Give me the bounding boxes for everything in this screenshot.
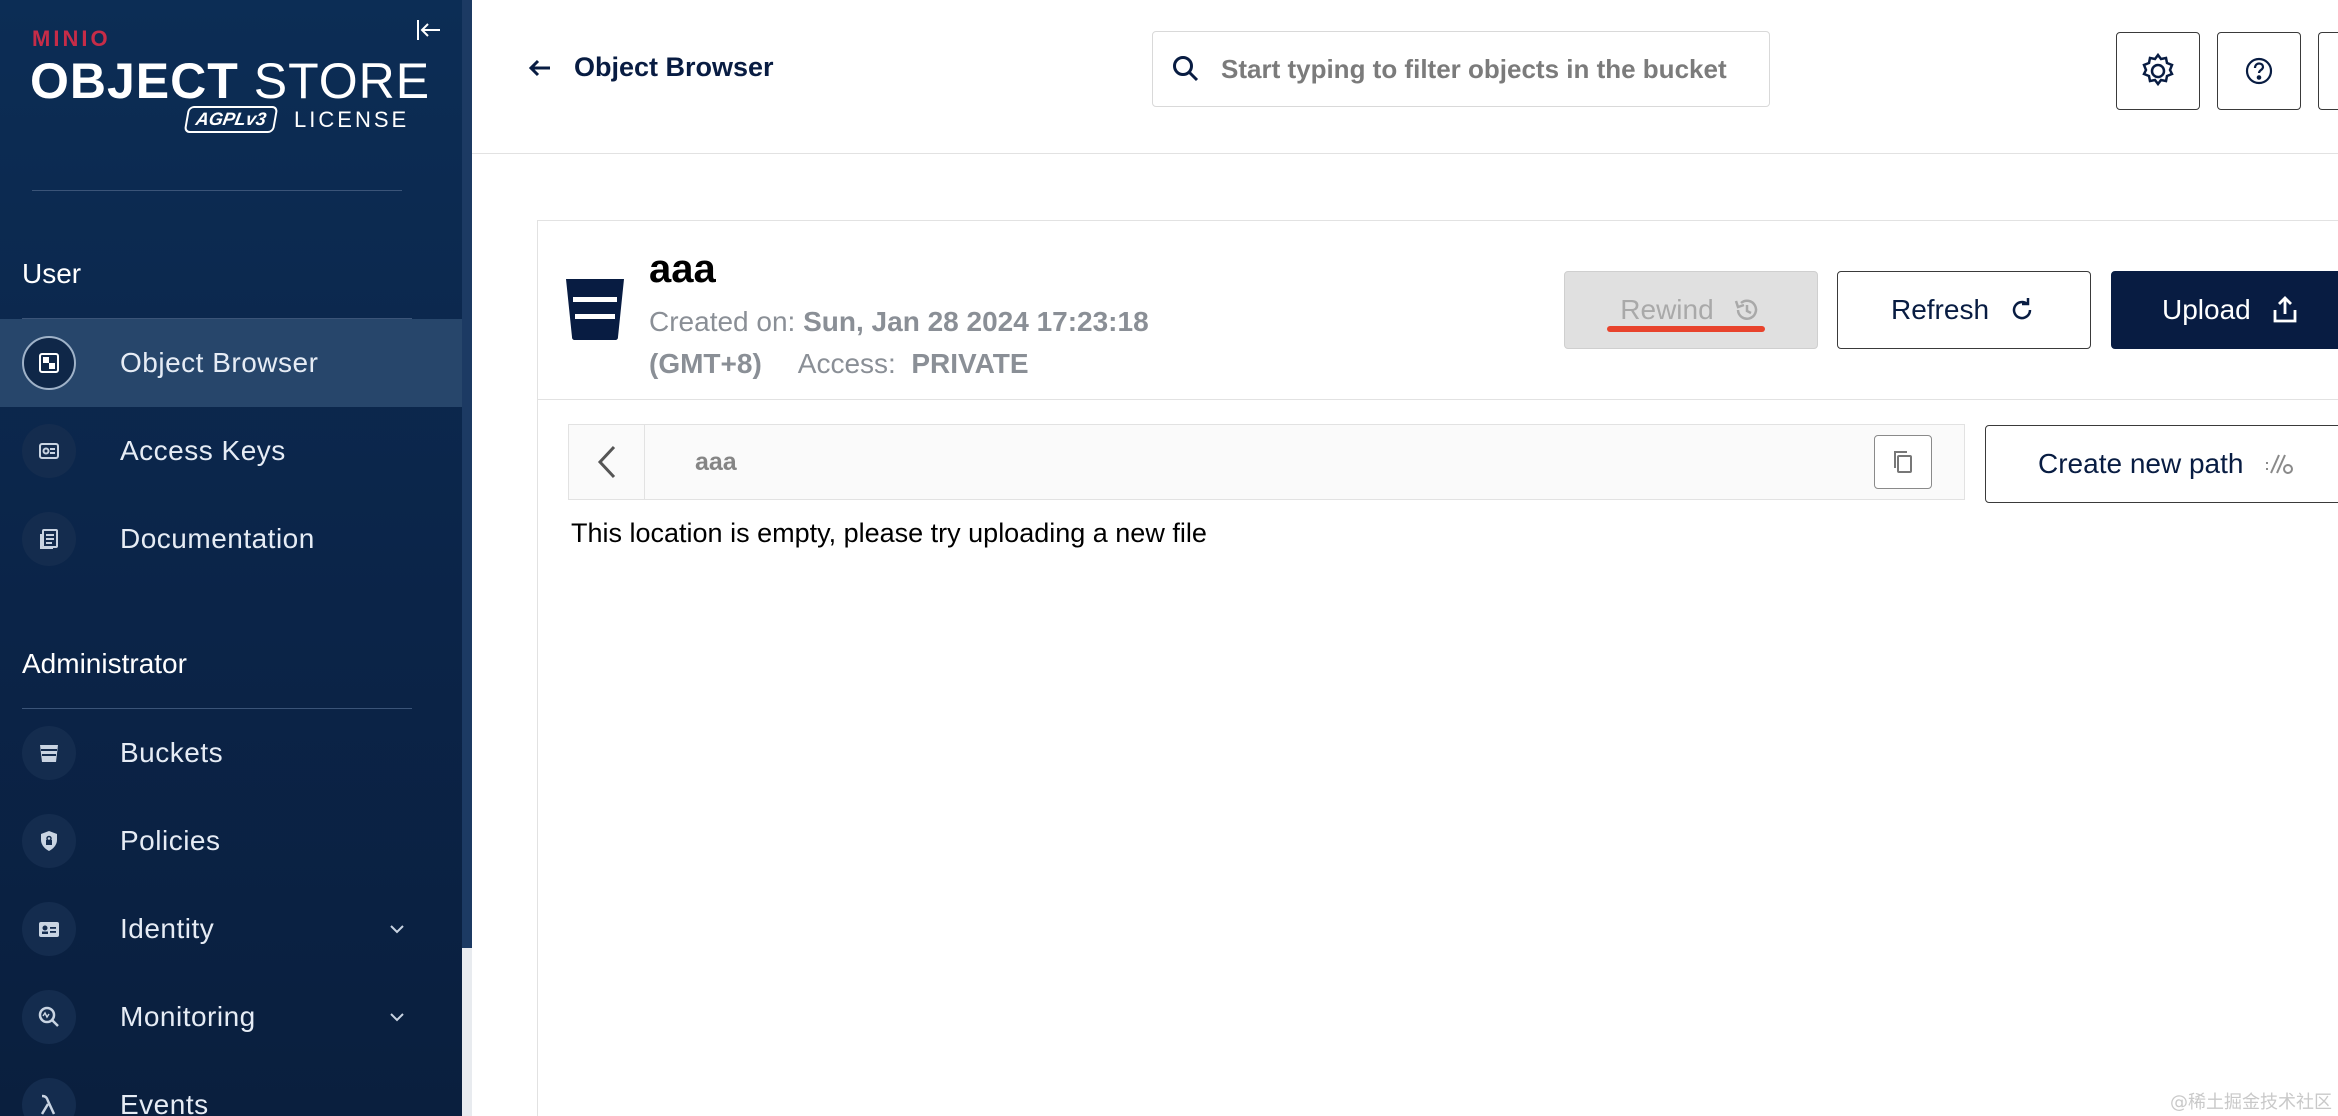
watermark: @稀土掘金技术社区 [2170,1092,2332,1113]
license-text: LICENSE [294,106,410,132]
sidebar-item-buckets[interactable]: Buckets [0,709,462,797]
rewind-label: Rewind [1620,294,1714,325]
search-icon [1173,56,1199,82]
arrow-left-icon [528,59,550,76]
search-input[interactable] [1221,53,1741,85]
settings-button[interactable] [2116,32,2200,110]
back-to-object-browser[interactable]: Object Browser [528,52,774,83]
header-extra-button[interactable] [2318,32,2338,110]
refresh-button[interactable]: Refresh [1837,271,2091,349]
sidebar-item-object-browser[interactable]: Object Browser [0,319,462,407]
sidebar-item-label: Identity [120,913,215,944]
monitoring-icon [22,990,76,1044]
refresh-icon [2012,298,2032,320]
help-circle-icon [2245,57,2273,85]
new-path-icon [2266,454,2294,474]
access-keys-icon [22,424,76,478]
chevron-down-icon[interactable] [384,916,410,942]
copy-path-button[interactable] [1874,435,1932,489]
sidebar-scrollbar-track[interactable] [462,948,472,1116]
sidebar-item-label: Object Browser [120,347,319,378]
collapse-sidebar-icon[interactable] [412,14,444,46]
bucket-access-row: (GMT+8) Access: PRIVATE [649,343,1149,385]
bucket-icon [564,275,626,346]
history-icon [1734,299,1757,320]
help-button[interactable] [2217,32,2301,110]
breadcrumb-path-bar: aaa [568,424,1965,500]
empty-location-message: This location is empty, please try uploa… [571,518,1207,548]
sidebar-item-documentation[interactable]: Documentation [0,495,462,583]
sidebar-item-label: Policies [120,825,221,856]
search-box[interactable] [1152,31,1770,107]
back-link-label: Object Browser [574,52,774,82]
access-label: Access: [797,348,896,379]
object-list-panel: aaa Create new path This location is emp… [537,400,2338,1116]
chevron-down-icon[interactable] [384,1004,410,1030]
section-user: User [22,258,82,289]
documentation-icon [22,512,76,566]
brand-minio-text: MINIO [32,26,111,51]
created-label: Created on: [649,306,796,337]
object-browser-icon [22,336,76,390]
upload-icon [2273,296,2297,323]
brand-divider [32,190,402,191]
copy-icon [1894,451,1912,473]
sidebar-item-monitoring[interactable]: Monitoring [0,973,462,1061]
rewind-button[interactable]: Rewind [1564,271,1818,349]
sidebar-item-access-keys[interactable]: Access Keys [0,407,462,495]
refresh-label: Refresh [1890,294,1990,325]
create-new-path-button[interactable]: Create new path [1985,425,2338,503]
sidebar-item-events[interactable]: Events [0,1061,462,1116]
access-value: PRIVATE [911,348,1029,379]
brand-logo: OBJECT STORE [30,52,430,110]
agpl-badge: AGPLv3 [183,106,279,133]
bucket-meta: Created on: Sun, Jan 28 2024 17:23:18 (G… [649,301,1149,385]
sidebar-item-label: Documentation [120,523,315,554]
breadcrumb-path: aaa [695,447,737,476]
upload-highlight-underline [1607,326,1765,332]
brand-license: AGPLv3 LICENSE [183,106,410,133]
sidebar: MINIO OBJECT STORE AGPLv3 LICENSE User O… [0,0,472,1116]
sidebar-item-policies[interactable]: Policies [0,797,462,885]
brand-main-bold: OBJECT [30,53,239,109]
identity-card-icon [22,902,76,956]
brand-main-light: STORE [253,53,431,109]
section-administrator: Administrator [22,648,187,679]
created-value: Sun, Jan 28 2024 17:23:18 [803,306,1149,337]
path-back-button[interactable] [569,425,645,499]
sidebar-item-label: Access Keys [120,435,286,466]
upload-label: Upload [2162,294,2251,325]
sidebar-item-label: Events [120,1089,209,1116]
chevron-left-icon [597,445,615,479]
policy-shield-icon [22,814,76,868]
create-path-label: Create new path [2038,448,2244,479]
sidebar-scrollbar-thumb[interactable] [462,0,472,948]
bucket-name: aaa [649,247,716,291]
bucket-info-panel: aaa Created on: Sun, Jan 28 2024 17:23:1… [537,220,2338,400]
lambda-icon [22,1078,76,1116]
upload-button[interactable]: Upload [2111,271,2338,349]
gear-icon [2142,52,2174,87]
bucket-icon [22,726,76,780]
top-header: Object Browser [472,0,2338,154]
timezone-value: (GMT+8) [649,348,762,379]
sidebar-item-label: Buckets [120,737,224,768]
sidebar-item-label: Monitoring [120,1001,256,1032]
sidebar-item-identity[interactable]: Identity [0,885,462,973]
bucket-created-row: Created on: Sun, Jan 28 2024 17:23:18 [649,301,1149,343]
